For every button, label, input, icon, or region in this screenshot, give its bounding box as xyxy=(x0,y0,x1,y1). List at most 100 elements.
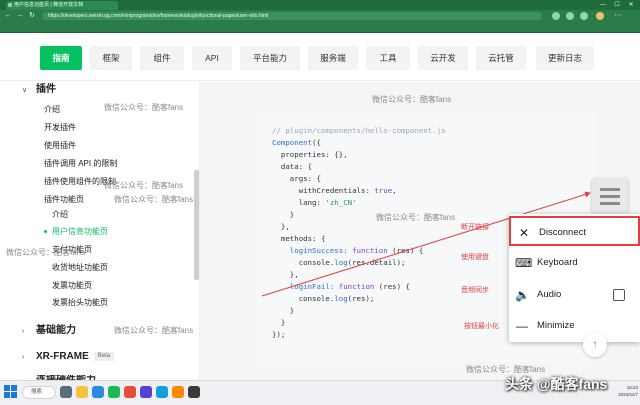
code-line: }, xyxy=(272,270,299,279)
bookmarks-bar: 微信公众平台 登录云 | 控制台 神经猫 | 首页 免费模式 - 数据... 百… xyxy=(0,22,640,52)
watermark-text: 微信公众号：酷客fans xyxy=(104,181,184,190)
code-line: loginFail: function (res) { xyxy=(272,282,410,291)
hamburger-bar xyxy=(600,202,620,205)
clock-date: 2023/11/7 xyxy=(618,392,638,397)
start-tile xyxy=(11,392,17,398)
clock-time: 15:23 xyxy=(626,385,638,390)
start-tile xyxy=(11,385,17,391)
app-icon[interactable] xyxy=(156,386,168,398)
sidebar-group-xr-frame[interactable]: XR-FRAME Beta xyxy=(36,351,115,363)
watermark-text: 微信公众号：酷客fans xyxy=(6,248,86,257)
system-tray-clock[interactable]: 15:23 2023/11/7 xyxy=(608,384,638,398)
sidebar-item-functional-pages[interactable]: 插件功能页 xyxy=(44,194,84,206)
sidebar-section-plugins[interactable]: 插件 xyxy=(36,84,56,96)
code-line: } xyxy=(272,306,295,315)
code-line: data: { xyxy=(272,162,313,171)
annotation-keyboard: 使用键盘 xyxy=(461,254,489,261)
start-tile xyxy=(4,392,10,398)
watermark-text: 微信公众号：酷客fans xyxy=(114,195,194,204)
menu-item-disconnect[interactable]: ✕ Disconnect xyxy=(509,216,640,246)
favorites-icon[interactable] xyxy=(566,12,574,20)
nav-item-cloud-hosting[interactable]: 云托管 xyxy=(476,46,526,70)
menu-item-minimize[interactable]: — Minimize xyxy=(509,311,640,341)
task-view-icon[interactable] xyxy=(60,386,72,398)
app-icon[interactable] xyxy=(188,386,200,398)
arrow-right-icon[interactable]: → xyxy=(16,11,24,21)
maximize-window-icon[interactable]: ☐ xyxy=(610,0,624,10)
minimize-window-icon[interactable]: — xyxy=(596,0,610,10)
code-line: withCredentials: true, xyxy=(272,186,397,195)
windows-start-icon[interactable] xyxy=(4,385,18,399)
wechat-icon[interactable] xyxy=(108,386,120,398)
minimize-icon: — xyxy=(516,319,528,333)
code-line: methods: { xyxy=(272,234,326,243)
annotation-audio: 音频同步 xyxy=(461,287,489,294)
code-line: } xyxy=(272,318,286,327)
nav-item-cloud-dev[interactable]: 云开发 xyxy=(418,46,468,70)
collections-icon[interactable] xyxy=(580,12,588,20)
start-tile xyxy=(4,385,10,391)
sidebar-subitem-invoice[interactable]: 发票功能页 xyxy=(52,280,92,292)
nav-item-server[interactable]: 服务端 xyxy=(308,46,358,70)
browser-tab[interactable]: 用户信息功能页 | 微信开放文档 xyxy=(6,1,118,10)
sidebar-subitem-user-info[interactable]: 用户信息功能页 xyxy=(52,226,108,238)
chevron-right-icon[interactable]: › xyxy=(22,352,24,364)
audio-checkbox[interactable] xyxy=(613,289,625,301)
nav-item-guide[interactable]: 指南 xyxy=(40,46,82,70)
sidebar-subitem-address[interactable]: 收货地址功能页 xyxy=(52,262,108,274)
nav-item-framework[interactable]: 框架 xyxy=(90,46,132,70)
close-icon: ✕ xyxy=(518,226,530,240)
taskbar-search[interactable]: 搜索 xyxy=(22,386,56,399)
refresh-icon[interactable]: ↻ xyxy=(28,11,36,21)
edge-browser-icon[interactable] xyxy=(92,386,104,398)
hamburger-menu-icon[interactable] xyxy=(592,178,628,214)
sidebar-item-api-limits[interactable]: 插件调用 API 的限制 xyxy=(44,158,117,170)
sidebar-item-develop-plugin[interactable]: 开发插件 xyxy=(44,122,76,134)
hamburger-bar xyxy=(600,188,620,191)
code-line: console.log(res.detail); xyxy=(272,258,406,267)
code-line: args: { xyxy=(272,174,321,183)
menu-item-audio[interactable]: 🔈 Audio xyxy=(509,280,640,310)
keyboard-icon: ⌨ xyxy=(515,256,533,270)
extension-icon[interactable] xyxy=(552,12,560,20)
annotation-disconnect: 断开链接 xyxy=(461,224,489,231)
sidebar-scrollbar[interactable] xyxy=(194,170,199,280)
code-line: console.log(res); xyxy=(272,294,375,303)
more-menu-icon[interactable]: ⋯ xyxy=(614,12,622,20)
app-icon[interactable] xyxy=(140,386,152,398)
code-line: loginSuccess: function (res) { xyxy=(272,246,424,255)
nav-item-api[interactable]: API xyxy=(192,46,232,70)
chevron-right-icon[interactable]: › xyxy=(22,326,24,338)
sidebar-item-intro[interactable]: 介绍 xyxy=(44,104,60,116)
menu-item-label: Keyboard xyxy=(537,257,578,268)
chevron-down-icon[interactable]: ∨ xyxy=(22,85,27,97)
nav-item-components[interactable]: 组件 xyxy=(140,46,184,70)
close-window-icon[interactable]: ✕ xyxy=(624,0,638,10)
menu-item-label: Audio xyxy=(537,289,562,300)
code-line: lang: 'zh_CN' xyxy=(272,198,357,207)
menu-item-label: Minimize xyxy=(537,320,575,331)
beta-badge: Beta xyxy=(93,351,115,361)
nav-item-tools[interactable]: 工具 xyxy=(366,46,410,70)
sidebar-item-use-plugin[interactable]: 使用插件 xyxy=(44,140,76,152)
app-icon[interactable] xyxy=(124,386,136,398)
sidebar-group-basic[interactable]: 基础能力 xyxy=(36,325,76,337)
code-line: }); xyxy=(272,330,286,339)
code-line: properties: {}, xyxy=(272,150,348,159)
sidebar-subitem-intro[interactable]: 介绍 xyxy=(52,209,68,221)
code-line: Component({ xyxy=(272,138,321,147)
profile-avatar-icon[interactable] xyxy=(596,12,604,20)
brand-watermark: 头条 @酷客fans xyxy=(505,376,608,392)
url-input[interactable]: https://developers.weixin.qq.com/minipro… xyxy=(42,12,542,20)
nav-item-changelog[interactable]: 更新日志 xyxy=(536,46,594,70)
file-explorer-icon[interactable] xyxy=(76,386,88,398)
scroll-to-top-button[interactable]: ↑ xyxy=(583,333,607,357)
menu-item-keyboard[interactable]: ⌨ Keyboard xyxy=(509,248,640,278)
hamburger-bar xyxy=(600,195,620,198)
app-icon[interactable] xyxy=(172,386,184,398)
tab-title: 用户信息功能页 | 微信开放文档 xyxy=(14,2,84,8)
arrow-left-icon[interactable]: ← xyxy=(4,11,12,21)
nav-item-platform[interactable]: 平台能力 xyxy=(240,46,300,70)
sidebar-subitem-invoice-title[interactable]: 发票抬头功能页 xyxy=(52,297,108,309)
code-comment: // plugin/components/hello-component.js xyxy=(272,126,446,135)
